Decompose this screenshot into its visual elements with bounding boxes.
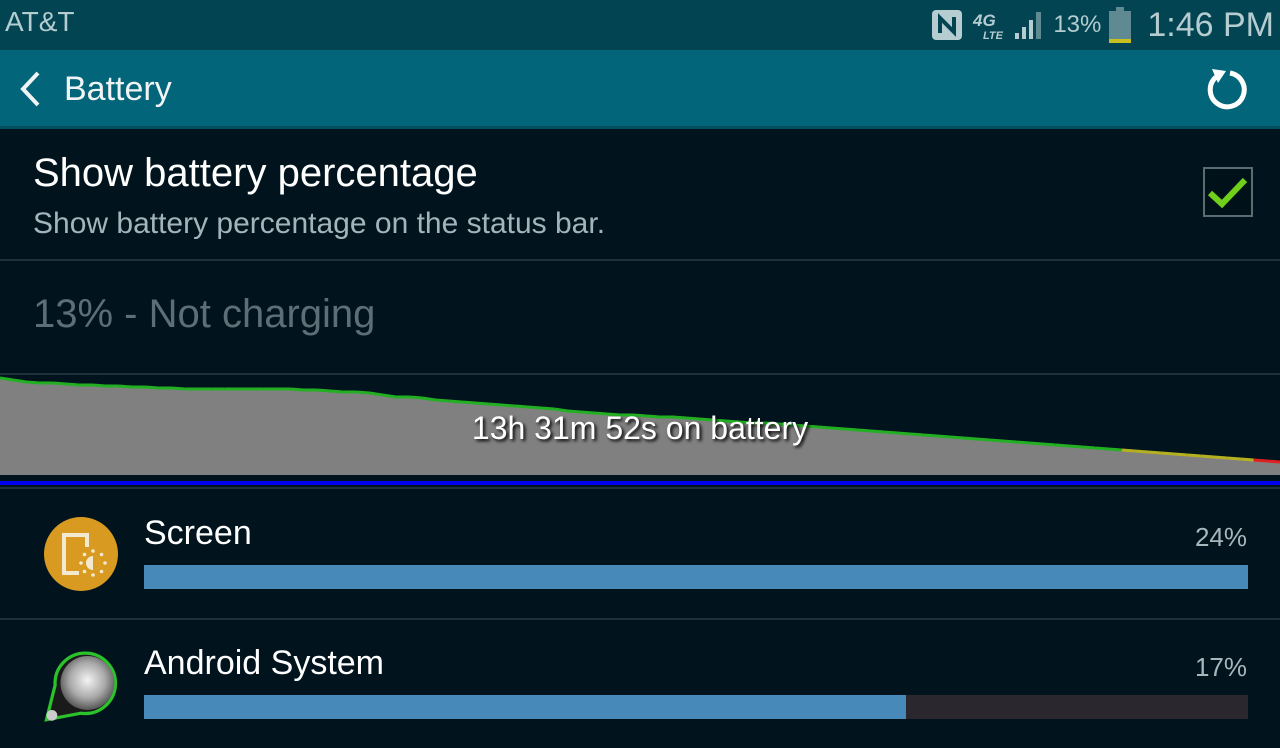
graph-line-segment (1134, 449, 1149, 454)
usage-row-android-system[interactable]: Android System 17% (0, 620, 1280, 748)
usage-bar (144, 565, 1248, 589)
action-bar: Battery (0, 50, 1280, 129)
graph-line-segment (118, 384, 133, 389)
graph-line-segment (501, 403, 515, 408)
graph-line-segment (1240, 457, 1254, 462)
graph-line-segment (474, 401, 489, 406)
usage-bar (144, 695, 1248, 719)
app-percent: 17% (1194, 652, 1247, 682)
graph-line-segment (290, 387, 304, 392)
app-name: Android System (144, 644, 384, 682)
app-name: Screen (144, 514, 252, 552)
screen-brightness-icon (44, 517, 118, 591)
graph-line-segment (26, 380, 40, 385)
graph-line-segment (1187, 453, 1201, 458)
graph-line-segment (1081, 445, 1096, 450)
pref-title: Show battery percentage (33, 151, 478, 195)
battery-percent: 13% (1053, 11, 1102, 38)
graph-line-segment (1161, 451, 1175, 456)
android-system-icon (44, 651, 118, 722)
usage-row-screen[interactable]: Screen 24% (0, 490, 1280, 620)
graph-line-segment (1200, 454, 1215, 459)
carrier-label: AT&T (5, 6, 75, 37)
graph-line-segment (0, 376, 14, 382)
graph-line-segment (1213, 455, 1228, 460)
battery-status: 13% - Not charging (33, 292, 376, 336)
graph-line-segment (435, 398, 449, 403)
graph-line-segment (65, 382, 80, 387)
graph-line-segment (12, 378, 27, 384)
nfc-icon (932, 10, 963, 40)
graph-line-segment (540, 406, 555, 411)
graph-line-segment (1147, 450, 1162, 455)
show-battery-percentage-pref[interactable]: Show battery percentage Show battery per… (0, 129, 1280, 261)
divider (0, 487, 1280, 489)
graph-line-segment (1227, 456, 1241, 461)
graph-line-segment (369, 391, 383, 397)
graph-baseline (0, 481, 1280, 485)
app-percent: 24% (1194, 522, 1247, 552)
pref-summary: Show battery percentage on the status ba… (33, 207, 606, 240)
clock: 1:46 PM (1147, 5, 1274, 44)
graph-line-segment (1253, 458, 1267, 463)
svg-text:LTE: LTE (983, 30, 1004, 41)
svg-text:4G: 4G (972, 11, 996, 30)
page-title: Battery (64, 70, 172, 108)
show-percentage-checkbox[interactable] (1203, 167, 1253, 217)
graph-line-segment (1174, 452, 1188, 457)
graph-line-segment (52, 381, 67, 386)
graph-line-segment (488, 402, 502, 407)
signal-icon (1015, 12, 1042, 39)
4g-lte-icon: 4G LTE (972, 11, 1004, 41)
time-on-battery: 13h 31m 52s on battery (471, 410, 809, 446)
chevron-left-icon[interactable] (16, 70, 46, 108)
graph-line-segment (1121, 448, 1135, 453)
usage-bar-fill (144, 565, 1248, 589)
graph-line-segment (171, 386, 185, 391)
usage-bar-fill (144, 695, 906, 719)
graph-line-segment (1095, 446, 1109, 451)
checkmark-icon (1207, 177, 1248, 209)
graph-line-segment (448, 399, 462, 404)
graph-line-segment (145, 385, 159, 390)
battery-icon (1109, 7, 1132, 43)
graph-line-segment (316, 388, 331, 393)
graph-line-segment (382, 393, 397, 399)
graph-line-segment (422, 396, 436, 402)
graph-line-segment (1108, 447, 1122, 452)
graph-line-segment (527, 405, 542, 410)
graph-line-segment (514, 404, 528, 409)
graph-line-segment (461, 400, 476, 405)
status-bar: AT&T 4G LTE 13% 1:46 PM (0, 0, 1280, 50)
graph-line-segment (408, 395, 423, 400)
graph-line-segment (92, 383, 106, 388)
refresh-icon[interactable] (1204, 67, 1248, 111)
graph-line-segment (329, 389, 344, 394)
graph-line-segment (356, 390, 370, 395)
graph-line-segment (1266, 459, 1280, 464)
status-icons: 4G LTE 13% 1:46 PM (931, 0, 1274, 50)
